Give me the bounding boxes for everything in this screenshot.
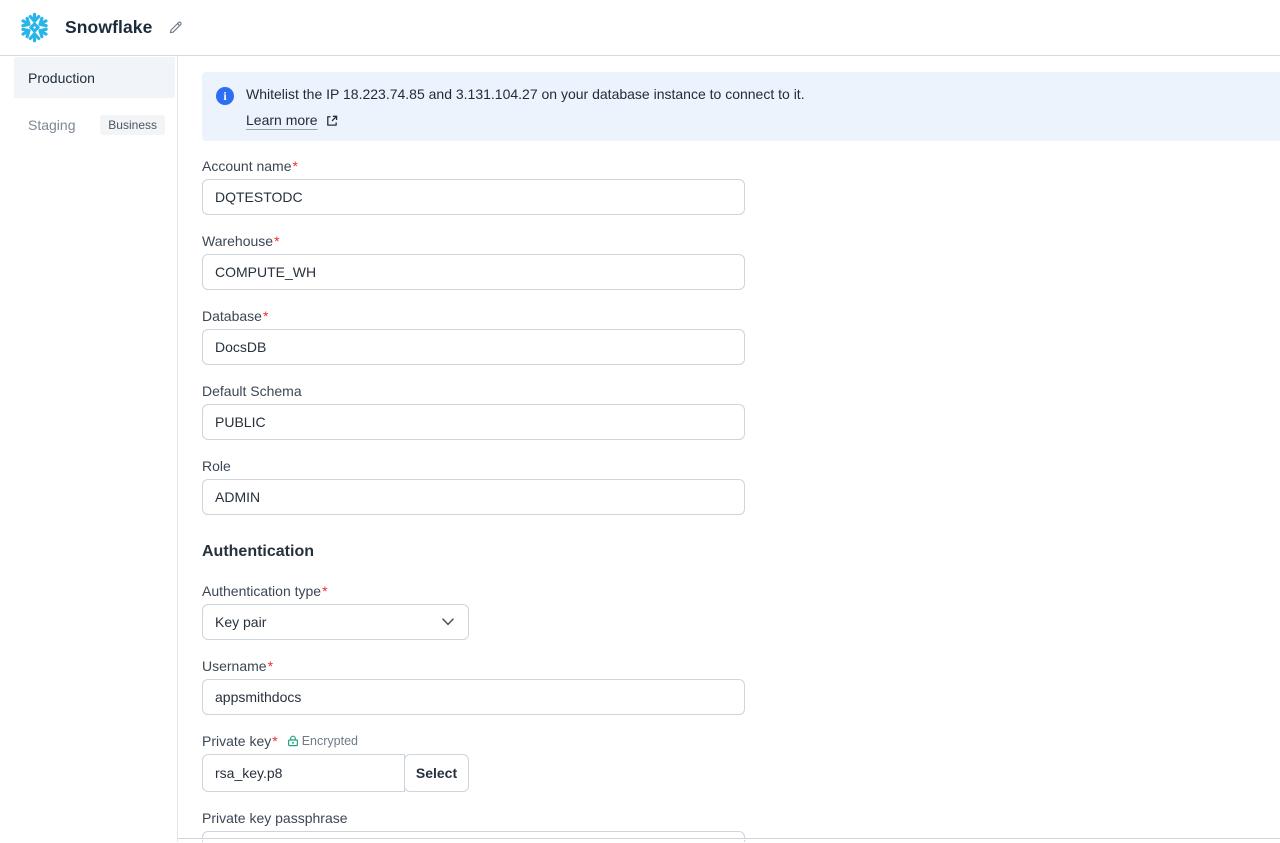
field-label: Private key passphrase <box>202 810 745 826</box>
private-key-file-input[interactable] <box>202 754 405 792</box>
datasource-header: Snowflake <box>0 0 1280 56</box>
required-mark: * <box>263 308 268 324</box>
field-label: Role <box>202 458 745 474</box>
required-mark: * <box>322 583 327 599</box>
datasource-title: Snowflake <box>65 17 152 38</box>
field-warehouse: Warehouse* <box>202 233 745 290</box>
role-input[interactable] <box>202 479 745 515</box>
connection-form: Account name* Warehouse* Database* Defau… <box>202 158 745 842</box>
field-default-schema: Default Schema <box>202 383 745 440</box>
whitelist-info-banner: i Whitelist the IP 18.223.74.85 and 3.13… <box>202 72 1280 141</box>
sidebar-item-production[interactable]: Production <box>14 57 175 98</box>
username-input[interactable] <box>202 679 745 715</box>
field-label: Authentication type* <box>202 583 745 599</box>
field-label: Private key* Encrypted <box>202 733 745 749</box>
field-role: Role <box>202 458 745 515</box>
encrypted-badge: Encrypted <box>287 734 358 748</box>
account-name-input[interactable] <box>202 179 745 215</box>
info-icon: i <box>216 87 234 105</box>
required-mark: * <box>272 733 277 749</box>
database-input[interactable] <box>202 329 745 365</box>
chevron-down-icon <box>442 618 454 626</box>
environment-sidebar: Production Staging Business <box>0 56 178 842</box>
warehouse-input[interactable] <box>202 254 745 290</box>
form-bottom-divider <box>178 838 1280 840</box>
authentication-section-title: Authentication <box>202 543 745 561</box>
selected-option-label: Key pair <box>215 614 266 630</box>
sidebar-item-label: Staging <box>28 117 75 133</box>
encrypted-label: Encrypted <box>302 734 358 748</box>
required-mark: * <box>268 658 273 674</box>
sidebar-item-label: Production <box>28 70 95 86</box>
field-private-key: Private key* Encrypted Select <box>202 733 745 792</box>
pencil-icon <box>168 20 183 35</box>
field-account-name: Account name* <box>202 158 745 215</box>
private-key-file-row: Select <box>202 754 745 792</box>
sidebar-item-staging[interactable]: Staging Business <box>14 104 175 145</box>
edit-name-button[interactable] <box>166 18 185 37</box>
field-label: Warehouse* <box>202 233 745 249</box>
authentication-type-select[interactable]: Key pair <box>202 604 469 640</box>
required-mark: * <box>274 233 279 249</box>
page-body: Production Staging Business i Whitelist … <box>0 56 1280 842</box>
field-label: Account name* <box>202 158 745 174</box>
default-schema-input[interactable] <box>202 404 745 440</box>
business-plan-badge: Business <box>100 115 165 135</box>
external-link-icon <box>325 114 338 127</box>
field-username: Username* <box>202 658 745 715</box>
field-label: Username* <box>202 658 745 674</box>
required-mark: * <box>293 158 298 174</box>
banner-message: Whitelist the IP 18.223.74.85 and 3.131.… <box>246 86 1264 105</box>
datasource-form-panel: i Whitelist the IP 18.223.74.85 and 3.13… <box>178 56 1280 842</box>
field-database: Database* <box>202 308 745 365</box>
select-file-button[interactable]: Select <box>404 754 469 792</box>
learn-more-link[interactable]: Learn more <box>246 112 338 128</box>
field-label: Database* <box>202 308 745 324</box>
field-label: Default Schema <box>202 383 745 399</box>
field-authentication-type: Authentication type* Key pair <box>202 583 745 640</box>
banner-link-row: Learn more <box>246 112 1264 128</box>
lock-icon <box>287 735 299 747</box>
private-key-passphrase-input[interactable] <box>202 831 745 842</box>
snowflake-logo-icon <box>18 11 51 44</box>
learn-more-label: Learn more <box>246 112 318 128</box>
